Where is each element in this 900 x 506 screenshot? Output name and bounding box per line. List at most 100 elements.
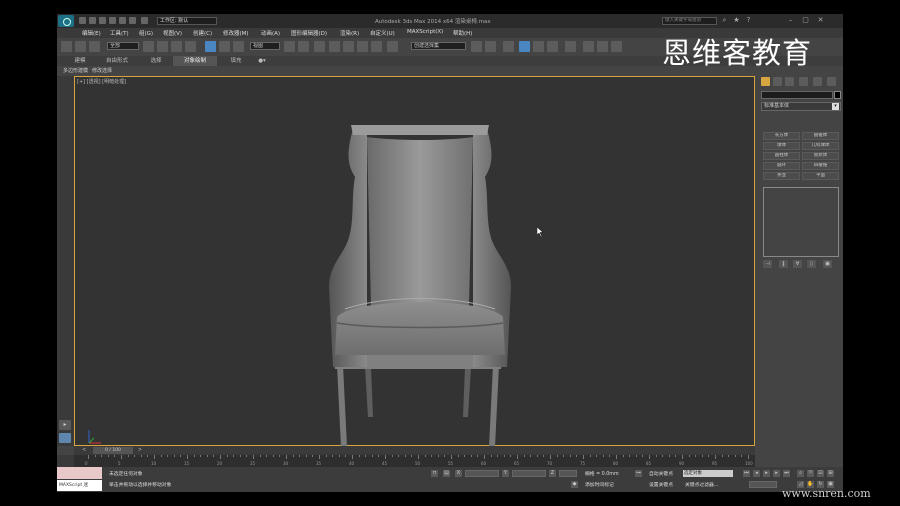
show-end-result-icon[interactable]: ‖ (779, 260, 788, 268)
menu-help[interactable]: 帮助(H) (453, 29, 472, 37)
search-icon[interactable]: ⌕ (721, 17, 728, 24)
viewport-label[interactable]: [+] [透视] [明暗处理] (77, 78, 126, 85)
prev-frame-icon[interactable]: < (82, 447, 86, 453)
set-key-button[interactable]: 设置关键点 (649, 481, 673, 488)
lock-selection-icon[interactable]: ⊓ (431, 470, 438, 477)
snaps-toggle-icon[interactable] (329, 41, 340, 52)
tab-object-paint[interactable]: 对象绘制 (173, 56, 217, 66)
undo-icon[interactable] (109, 17, 116, 24)
coord-x-field[interactable] (465, 470, 499, 477)
previous-frame-icon[interactable]: ◂ (753, 470, 760, 477)
wingback-chair-model[interactable] (315, 117, 525, 457)
tab-selection[interactable]: 选择 (141, 56, 171, 66)
menu-create[interactable]: 创建(C) (193, 29, 212, 37)
utilities-tab-icon[interactable] (827, 77, 836, 86)
viewport-layout-icon[interactable] (59, 433, 71, 443)
box-button[interactable]: 长方体 (763, 132, 800, 140)
redo-icon[interactable] (119, 17, 126, 24)
auto-key-button[interactable]: 自动关键点 (649, 470, 673, 477)
plane-button[interactable]: 平面 (802, 172, 839, 180)
schematic-view-icon[interactable] (547, 41, 558, 52)
perspective-viewport[interactable]: [+] [透视] [明暗处理] (74, 76, 755, 447)
close-icon[interactable]: ✕ (817, 17, 824, 24)
keyboard-shortcut-icon[interactable] (314, 41, 325, 52)
dropdown-arrow-icon[interactable] (141, 17, 148, 24)
tab-modeling[interactable]: 建模 (65, 56, 95, 66)
material-editor-icon[interactable] (565, 41, 576, 52)
curve-editor-icon[interactable] (533, 41, 544, 52)
named-selection-select[interactable]: 创建选择集 (411, 42, 466, 50)
modify-tab-icon[interactable] (773, 77, 782, 86)
display-tab-icon[interactable] (813, 77, 822, 86)
menu-animation[interactable]: 动画(A) (261, 29, 280, 37)
select-manipulate-icon[interactable] (298, 41, 309, 52)
subtab-modify-selection[interactable]: 修改选择 (92, 67, 112, 74)
time-slider-handle[interactable]: 0 / 100 (93, 447, 133, 454)
menu-customize[interactable]: 自定义(U) (370, 29, 395, 37)
selection-filter-select[interactable]: 全部 (107, 42, 139, 50)
tube-button[interactable]: 管状体 (802, 152, 839, 160)
render-setup-icon[interactable] (583, 41, 594, 52)
play-icon[interactable]: ▸ (59, 420, 71, 430)
track-bar[interactable]: 0 5 10 15 20 25 30 35 40 45 50 55 60 65 70 75 80 85 90 95 10… (74, 455, 755, 467)
info-center-icon[interactable]: ★ (733, 17, 740, 24)
search-input[interactable]: 键入关键字或短语 (662, 17, 717, 25)
percent-snap-icon[interactable] (357, 41, 368, 52)
cone-button[interactable]: 圆锥体 (802, 132, 839, 140)
key-filter-select[interactable]: 选定对象 (683, 470, 733, 477)
rendered-frame-window-icon[interactable] (597, 41, 608, 52)
zoom-extents-all-icon[interactable]: ⊞ (827, 470, 834, 477)
pivot-center-icon[interactable] (284, 41, 295, 52)
menu-modifiers[interactable]: 修改器(M) (223, 29, 249, 37)
menu-tools[interactable]: 工具(T) (110, 29, 129, 37)
adaptive-degradation-icon[interactable]: ◆ (571, 481, 578, 488)
next-frame-icon[interactable]: > (138, 447, 142, 453)
go-to-start-icon[interactable]: ⏮ (743, 470, 750, 477)
angle-snap-icon[interactable] (343, 41, 354, 52)
key-filters-button[interactable]: 关键点过滤器... (685, 481, 718, 488)
create-tab-icon[interactable] (761, 77, 770, 86)
torus-button[interactable]: 圆环 (763, 162, 800, 170)
modifier-stack-list[interactable] (763, 187, 839, 257)
help-icon[interactable]: ? (745, 17, 752, 24)
menu-edit[interactable]: 编辑(E) (82, 29, 101, 37)
spinner-snap-icon[interactable] (371, 41, 382, 52)
select-rotate-icon[interactable] (219, 41, 230, 52)
select-scale-icon[interactable] (233, 41, 244, 52)
pyramid-button[interactable]: 四棱锥 (802, 162, 839, 170)
motion-tab-icon[interactable] (799, 77, 808, 86)
sphere-button[interactable]: 球体 (763, 142, 800, 150)
graphite-toggle-icon[interactable] (519, 41, 530, 52)
object-name-field[interactable] (761, 91, 833, 99)
maximize-icon[interactable]: ▢ (802, 17, 809, 24)
save-file-icon[interactable] (99, 17, 106, 24)
menu-maxscript[interactable]: MAXScript(X) (407, 29, 443, 35)
select-move-icon[interactable] (205, 41, 216, 52)
key-mode-icon[interactable]: ⊶ (635, 470, 642, 477)
link-icon[interactable] (61, 41, 72, 52)
time-slider[interactable]: < 0 / 100 > (74, 446, 755, 455)
coord-y-field[interactable] (512, 470, 546, 477)
pin-stack-icon[interactable]: ⊣ (763, 260, 772, 268)
add-time-tag-button[interactable]: 添加时间标记 (585, 481, 614, 488)
select-object-icon[interactable] (143, 41, 154, 52)
zoom-extents-icon[interactable]: ⊡ (817, 470, 824, 477)
window-crossing-icon[interactable] (185, 41, 196, 52)
zoom-all-icon[interactable]: ⤧ (807, 470, 814, 477)
cylinder-button[interactable]: 圆柱体 (763, 152, 800, 160)
configure-sets-icon[interactable]: ▣ (823, 260, 832, 268)
play-animation-icon[interactable]: ▸ (763, 470, 770, 477)
teapot-button[interactable]: 茶壶 (763, 172, 800, 180)
coord-z-field[interactable] (559, 470, 577, 477)
next-frame-button-icon[interactable]: ▸ (773, 470, 780, 477)
object-color-swatch[interactable] (834, 91, 841, 99)
tab-populate[interactable]: 填充 (221, 56, 251, 66)
hierarchy-tab-icon[interactable] (785, 77, 794, 86)
tab-freeform[interactable]: 自由形式 (97, 56, 137, 66)
layer-manager-icon[interactable] (503, 41, 514, 52)
track-bar-toggle[interactable] (57, 455, 74, 467)
rect-selection-icon[interactable] (171, 41, 182, 52)
ribbon-options-icon[interactable]: ●▾ (255, 56, 269, 66)
align-icon[interactable] (485, 41, 496, 52)
current-frame-field[interactable] (749, 481, 777, 488)
